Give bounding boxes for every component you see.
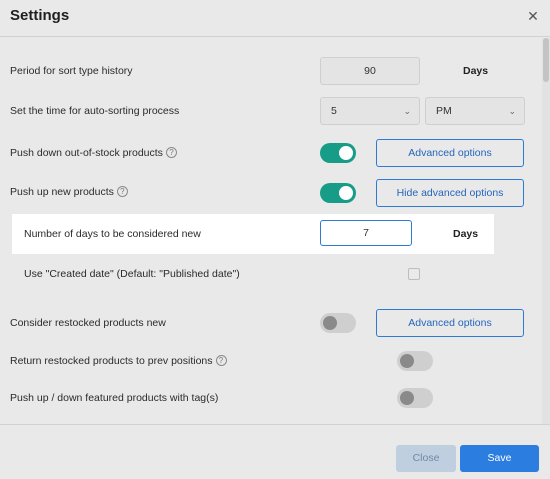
featured-toggle[interactable] xyxy=(397,388,433,408)
close-button[interactable]: Close xyxy=(396,445,456,472)
hour-select[interactable]: 5 ⌄ xyxy=(320,97,420,125)
period-unit: Days xyxy=(463,65,489,77)
scrollbar-thumb[interactable] xyxy=(543,38,549,82)
restocked-new-label: Consider restocked products new xyxy=(10,317,166,329)
push-down-advanced-button[interactable]: Advanced options xyxy=(376,139,524,167)
push-up-label: Push up new products? xyxy=(10,186,128,198)
scrollbar[interactable] xyxy=(542,38,550,424)
toggle-knob xyxy=(400,354,414,368)
toggle-knob xyxy=(400,391,414,405)
save-button[interactable]: Save xyxy=(460,445,539,472)
period-input[interactable]: 90 xyxy=(320,57,420,85)
return-restocked-label-text: Return restocked products to prev positi… xyxy=(10,355,213,367)
chevron-down-icon: ⌄ xyxy=(403,106,411,116)
days-new-input[interactable]: 7 xyxy=(320,220,412,246)
help-icon[interactable]: ? xyxy=(215,355,227,366)
push-down-toggle[interactable] xyxy=(320,143,356,163)
close-icon[interactable]: ✕ xyxy=(526,8,540,24)
period-label: Period for sort type history xyxy=(10,65,133,77)
dialog-title: Settings xyxy=(10,7,70,24)
created-date-label: Use "Created date" (Default: "Published … xyxy=(24,268,240,280)
push-down-label: Push down out-of-stock products? xyxy=(10,147,177,159)
push-up-hide-advanced-button[interactable]: Hide advanced options xyxy=(376,179,524,207)
restocked-new-toggle[interactable] xyxy=(320,313,356,333)
featured-label: Push up / down featured products with ta… xyxy=(10,392,219,404)
ampm-select-value: PM xyxy=(436,105,452,117)
settings-dialog: Settings ✕ Period for sort type history … xyxy=(0,0,550,479)
toggle-knob xyxy=(339,186,353,200)
days-new-unit: Days xyxy=(453,228,479,240)
toggle-knob xyxy=(339,146,353,160)
return-restocked-toggle[interactable] xyxy=(397,351,433,371)
help-icon[interactable]: ? xyxy=(165,147,177,158)
chevron-down-icon: ⌄ xyxy=(508,106,516,116)
autosort-label: Set the time for auto-sorting process xyxy=(10,105,180,117)
ampm-select[interactable]: PM ⌄ xyxy=(425,97,525,125)
created-date-checkbox[interactable] xyxy=(408,268,420,280)
push-up-toggle[interactable] xyxy=(320,183,356,203)
return-restocked-label: Return restocked products to prev positi… xyxy=(10,355,227,367)
restocked-advanced-button[interactable]: Advanced options xyxy=(376,309,524,337)
toggle-knob xyxy=(323,316,337,330)
hour-select-value: 5 xyxy=(331,105,337,117)
push-up-label-text: Push up new products xyxy=(10,186,114,198)
days-new-label: Number of days to be considered new xyxy=(24,228,201,240)
help-icon[interactable]: ? xyxy=(116,186,128,197)
dialog-header: Settings ✕ xyxy=(0,0,550,37)
dialog-footer: Close Save xyxy=(0,424,550,479)
push-down-label-text: Push down out-of-stock products xyxy=(10,147,163,159)
